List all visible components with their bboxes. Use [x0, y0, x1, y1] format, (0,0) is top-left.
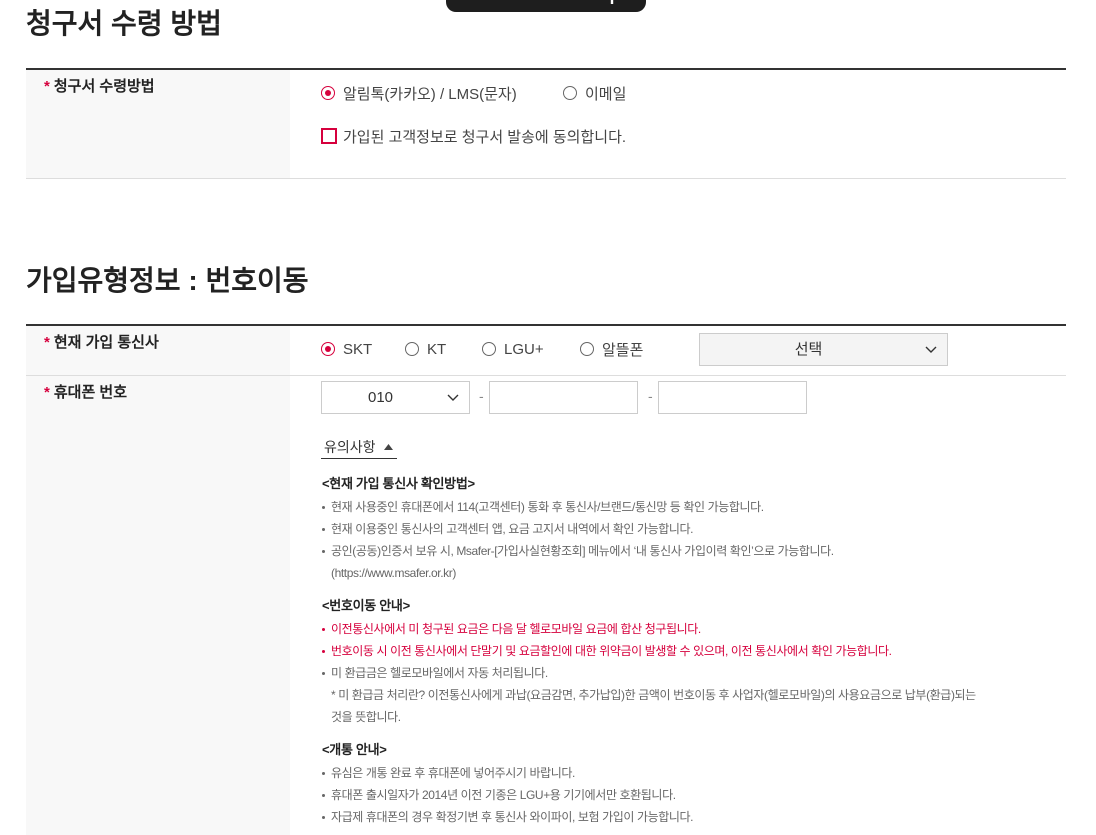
current-carrier-field-cell: SKT KT LGU+ 알뜰폰 선택: [290, 326, 1066, 375]
notice-heading: <번호이동 안내>: [322, 598, 410, 613]
carrier-radio-group: SKT KT LGU+ 알뜰폰: [321, 338, 681, 360]
phone-number-row: * 휴대폰 번호 010 - - 유의사항 <현재 가입 통신사 확인방법> 현…: [26, 376, 1066, 835]
phone-separator: -: [648, 388, 653, 404]
chevron-down-icon: [447, 394, 459, 401]
notice-item: 현재 사용중인 휴대폰에서 114(고객센터) 통화 후 통신사/브랜드/통신망…: [322, 496, 1066, 518]
phone-prefix-select[interactable]: 010: [321, 381, 470, 414]
phone-number-label: 휴대폰 번호: [53, 384, 128, 401]
notice-panel: <현재 가입 통신사 확인방법> 현재 사용중인 휴대폰에서 114(고객센터)…: [322, 472, 1066, 828]
bullet-dot: [322, 528, 325, 531]
bullet-dot: [322, 506, 325, 509]
notice-item: 자급제 휴대폰의 경우 확정기변 후 통신사 와이파이, 보험 가입이 가능합니…: [322, 806, 1066, 828]
notice-item: 유심은 개통 완료 후 휴대폰에 넣어주시기 바랍니다.: [322, 762, 1066, 784]
notice-text: (https://www.msafer.or.kr): [331, 566, 456, 580]
radio-email[interactable]: 이메일: [563, 82, 626, 104]
bullet-dot: [322, 794, 325, 797]
notice-item: 공인(공동)인증서 보유 시, Msafer-[가입사실현황조회] 메뉴에서 ‘…: [322, 540, 1066, 562]
radio-label: 알림톡(카카오) / LMS(문자): [343, 85, 517, 103]
radio-circle: [405, 342, 419, 356]
billing-method-row: * 청구서 수령방법 알림톡(카카오) / LMS(문자) 이메일 가입된 고객정…: [26, 70, 1066, 179]
radio-kt[interactable]: KT: [405, 338, 446, 360]
notice-item-continuation: (https://www.msafer.or.kr): [322, 562, 1066, 584]
notice-text: 자급제 휴대폰의 경우 확정기변 후 통신사 와이파이, 보험 가입이 가능합니…: [331, 810, 694, 824]
notice-text: 현재 사용중인 휴대폰에서 114(고객센터) 통화 후 통신사/브랜드/통신망…: [331, 500, 764, 514]
billing-method-label-cell: * 청구서 수령방법: [26, 70, 290, 178]
notice-item-alert: 이전통신사에서 미 청구된 요금은 다음 달 헬로모바일 요금에 합산 청구됩니…: [322, 618, 1066, 640]
required-mark: *: [44, 334, 50, 351]
notice-note: * 미 환급금 처리란? 이전통신사에게 과납(요금감면, 추가납입)한 금액이…: [322, 684, 1066, 706]
notice-item: 미 환급금은 헬로모바일에서 자동 처리됩니다.: [322, 662, 1066, 684]
bullet-dot: [322, 550, 325, 553]
radio-skt[interactable]: SKT: [321, 338, 372, 360]
radio-label: LGU+: [504, 340, 544, 358]
required-mark: *: [44, 78, 50, 95]
join-type-section-title: 가입유형정보 : 번호이동: [26, 265, 309, 296]
billing-consent-checkbox[interactable]: 가입된 고객정보로 청구서 발송에 동의합니다.: [321, 125, 626, 147]
caret-up-icon: [383, 444, 393, 450]
current-carrier-row: * 현재 가입 통신사 SKT KT LGU+ 알뜰폰 선택: [26, 326, 1066, 376]
notice-group-port-in: <번호이동 안내> 이전통신사에서 미 청구된 요금은 다음 달 헬로모바일 요…: [322, 594, 1066, 728]
notice-note-continuation: 것을 뜻합니다.: [322, 706, 1066, 728]
phone-separator: -: [479, 388, 484, 404]
notice-text: 휴대폰 출시일자가 2014년 이전 기종은 LGU+용 기기에서만 호환됩니다…: [331, 788, 676, 802]
billing-section-title: 청구서 수령 방법: [26, 8, 222, 39]
checkbox-box: [321, 128, 337, 144]
plus-icon: [606, 0, 618, 4]
radio-label: KT: [427, 340, 447, 358]
radio-mvno[interactable]: 알뜰폰: [580, 338, 643, 360]
radio-circle: [482, 342, 496, 356]
checkbox-label: 가입된 고객정보로 청구서 발송에 동의합니다.: [343, 128, 627, 146]
phone-middle-input[interactable]: [489, 381, 638, 414]
notice-text: 미 환급금은 헬로모바일에서 자동 처리됩니다.: [331, 666, 548, 680]
radio-circle: [321, 342, 335, 356]
notice-text: 이전통신사에서 미 청구된 요금은 다음 달 헬로모바일 요금에 합산 청구됩니…: [331, 622, 701, 636]
notice-text: 공인(공동)인증서 보유 시, Msafer-[가입사실현황조회] 메뉴에서 ‘…: [331, 544, 834, 558]
billing-form-table: * 청구서 수령방법 알림톡(카카오) / LMS(문자) 이메일 가입된 고객정…: [26, 68, 1066, 179]
radio-lgu-plus[interactable]: LGU+: [482, 338, 544, 360]
radio-circle: [321, 86, 335, 100]
phone-number-label-cell: * 휴대폰 번호: [26, 376, 290, 835]
notice-text: 현재 이용중인 통신사의 고객센터 앱, 요금 고지서 내역에서 확인 가능합니…: [331, 522, 694, 536]
bullet-dot: [322, 628, 325, 631]
bullet-dot: [322, 816, 325, 819]
billing-method-field-cell: 알림톡(카카오) / LMS(문자) 이메일 가입된 고객정보로 청구서 발송에…: [290, 70, 1066, 178]
notice-group-carrier-check: <현재 가입 통신사 확인방법> 현재 사용중인 휴대폰에서 114(고객센터)…: [322, 472, 1066, 584]
bullet-dot: [322, 672, 325, 675]
billing-method-radio-group: 알림톡(카카오) / LMS(문자) 이메일: [321, 82, 681, 104]
phone-number-field-cell: 010 - - 유의사항 <현재 가입 통신사 확인방법> 현재 사용중인 휴대…: [290, 376, 1066, 835]
notice-group-activation: <개통 안내> 유심은 개통 완료 후 휴대폰에 넣어주시기 바랍니다. 휴대폰…: [322, 738, 1066, 828]
billing-method-label: 청구서 수령방법: [53, 78, 155, 95]
current-carrier-label: 현재 가입 통신사: [53, 334, 159, 351]
notice-text: * 미 환급금 처리란? 이전통신사에게 과납(요금감면, 추가납입)한 금액이…: [331, 688, 976, 702]
notice-text: 번호이동 시 이전 통신사에서 단말기 및 요금할인에 대한 위약금이 발생할 …: [331, 644, 892, 658]
radio-alimtalk-lms[interactable]: 알림톡(카카오) / LMS(문자): [321, 82, 517, 104]
notice-heading: <개통 안내>: [322, 742, 387, 757]
notice-text: 유심은 개통 완료 후 휴대폰에 넣어주시기 바랍니다.: [331, 766, 575, 780]
select-value: 선택: [794, 341, 823, 358]
radio-label: 이메일: [585, 85, 627, 103]
current-carrier-label-cell: * 현재 가입 통신사: [26, 326, 290, 375]
bullet-dot: [322, 650, 325, 653]
bullet-dot: [322, 772, 325, 775]
required-mark: *: [44, 384, 50, 401]
radio-circle: [563, 86, 577, 100]
notice-item: 현재 이용중인 통신사의 고객센터 앱, 요금 고지서 내역에서 확인 가능합니…: [322, 518, 1066, 540]
chevron-down-icon: [925, 346, 937, 353]
notice-item: 휴대폰 출시일자가 2014년 이전 기종은 LGU+용 기기에서만 호환됩니다…: [322, 784, 1066, 806]
notice-toggle-label: 유의사항: [324, 439, 376, 455]
mvno-carrier-select[interactable]: 선택: [699, 333, 948, 366]
select-value: 010: [367, 389, 394, 406]
radio-label: 알뜰폰: [602, 341, 644, 359]
floating-info-toggle-button[interactable]: [446, 0, 646, 12]
notice-text: 것을 뜻합니다.: [331, 710, 401, 724]
phone-last-input[interactable]: [658, 381, 807, 414]
join-type-form-table: * 현재 가입 통신사 SKT KT LGU+ 알뜰폰 선택 * 휴대폰 번호 …: [26, 324, 1066, 835]
notice-heading: <현재 가입 통신사 확인방법>: [322, 476, 475, 491]
radio-label: SKT: [343, 340, 373, 358]
page: 청구서 수령 방법 * 청구서 수령방법 알림톡(카카오) / LMS(문자) 이…: [0, 0, 1096, 835]
notice-item-alert: 번호이동 시 이전 통신사에서 단말기 및 요금할인에 대한 위약금이 발생할 …: [322, 640, 1066, 662]
radio-circle: [580, 342, 594, 356]
notice-toggle-button[interactable]: 유의사항: [321, 436, 397, 459]
